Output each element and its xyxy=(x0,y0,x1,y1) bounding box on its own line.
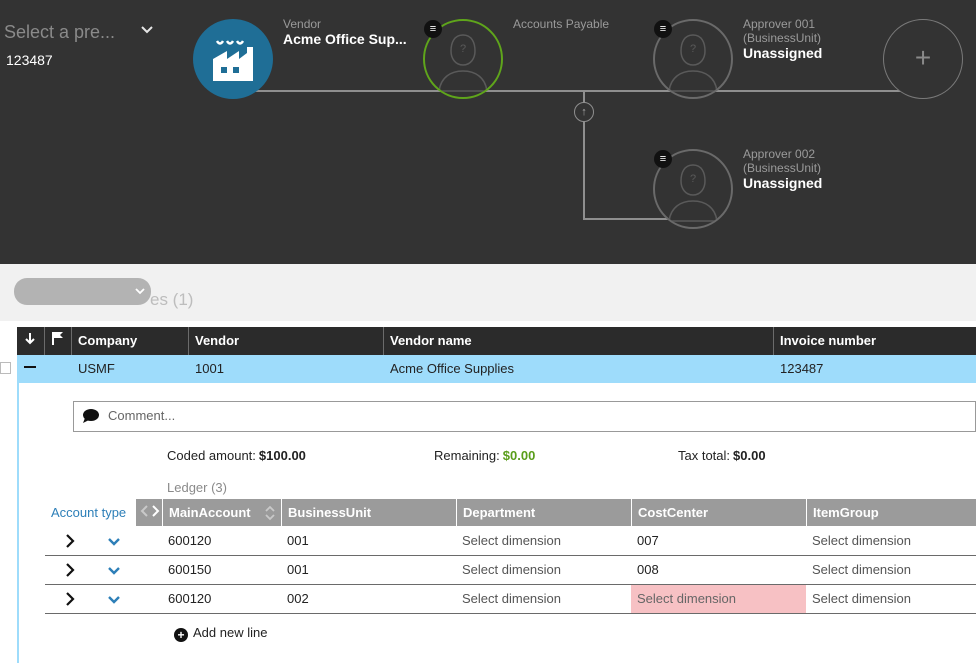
cell-main-account[interactable]: 600150 xyxy=(162,556,281,584)
connector-line xyxy=(233,90,923,92)
section-title: es (1) xyxy=(150,290,194,309)
cell-company: USMF xyxy=(78,361,115,376)
ledger-title: Ledger (3) xyxy=(167,480,227,495)
tax-total-label: Tax total: xyxy=(678,448,731,463)
approver-002-value: Unassigned xyxy=(743,175,823,191)
invoice-grid-header: Company Vendor Vendor name Invoice numbe… xyxy=(17,327,976,355)
cell-vendor-name: Acme Office Supplies xyxy=(390,361,515,376)
vendor-name: Acme Office Sup... xyxy=(283,31,407,47)
svg-text:?: ? xyxy=(460,43,466,55)
cell-cost-center[interactable]: 007 xyxy=(631,527,806,555)
approver-002-menu-icon[interactable]: ≡ xyxy=(654,150,672,168)
approver-002-sublabel: (BusinessUnit) xyxy=(743,161,822,175)
chevron-down-icon[interactable] xyxy=(107,593,121,607)
cell-cost-center[interactable]: 008 xyxy=(631,556,806,584)
download-icon[interactable] xyxy=(17,327,45,355)
preset-select-placeholder: Select a pre... xyxy=(4,22,116,42)
ledger-header: MainAccount BusinessUnit Department Cost… xyxy=(136,499,976,526)
column-header-vendor-name[interactable]: Vendor name xyxy=(384,327,774,355)
coded-amount-value: $100.00 xyxy=(258,448,306,463)
remaining-label: Remaining: xyxy=(434,448,500,463)
accounts-payable-menu-icon[interactable]: ≡ xyxy=(424,20,442,38)
cell-main-account[interactable]: 600120 xyxy=(162,527,281,555)
preset-select[interactable]: Select a pre... xyxy=(4,22,159,44)
tax-total: Tax total: $0.00 xyxy=(678,448,766,463)
cell-invoice-number: 123487 xyxy=(780,361,824,376)
table-row[interactable]: USMF 1001 Acme Office Supplies 123487 xyxy=(17,355,976,383)
approval-workflow-panel: Select a pre... 123487 Vendor Acme Offic… xyxy=(0,0,976,264)
column-header-main-account[interactable]: MainAccount xyxy=(163,499,282,526)
approver-001-menu-icon[interactable]: ≡ xyxy=(654,20,672,38)
collapse-icon[interactable] xyxy=(17,355,45,383)
ledger-row[interactable]: 600150 001 Select dimension 008 Select d… xyxy=(45,556,976,585)
tax-total-value: $0.00 xyxy=(733,448,766,463)
vendor-label: Vendor xyxy=(283,17,322,31)
preset-value: 123487 xyxy=(6,52,53,68)
svg-text:?: ? xyxy=(690,43,696,55)
sort-icon[interactable] xyxy=(265,505,275,521)
cell-business-unit[interactable]: 001 xyxy=(281,556,456,584)
svg-text:?: ? xyxy=(690,173,696,185)
add-new-line-button[interactable]: + Add new line xyxy=(174,625,267,642)
section-band: es (1) xyxy=(0,264,976,321)
column-header-item-group[interactable]: ItemGroup xyxy=(807,499,976,526)
cell-item-group[interactable]: Select dimension xyxy=(806,527,976,555)
column-header-invoice-number[interactable]: Invoice number xyxy=(774,327,976,355)
chevron-down-icon[interactable] xyxy=(107,535,121,549)
approver-001-label: Approver 001 xyxy=(743,17,816,31)
cell-item-group[interactable]: Select dimension xyxy=(806,585,976,613)
cell-cost-center-error[interactable]: Select dimension xyxy=(631,585,806,613)
coded-amount: Coded amount: $100.00 xyxy=(167,448,306,463)
detail-indicator xyxy=(17,383,19,663)
comment-input[interactable] xyxy=(108,408,908,423)
escalate-arrow-icon[interactable]: ↑ xyxy=(574,102,594,122)
scroll-columns-icon[interactable] xyxy=(136,499,163,526)
image-icon[interactable] xyxy=(0,362,11,374)
column-header-department[interactable]: Department xyxy=(457,499,632,526)
cell-department[interactable]: Select dimension xyxy=(456,556,631,584)
column-header-company[interactable]: Company xyxy=(72,327,189,355)
chevron-right-icon[interactable] xyxy=(63,563,77,577)
cell-department[interactable]: Select dimension xyxy=(456,585,631,613)
vendor-node[interactable] xyxy=(193,19,273,99)
ledger-row[interactable]: 600120 002 Select dimension Select dimen… xyxy=(45,585,976,614)
approver-001-value: Unassigned xyxy=(743,45,823,61)
main-account-label: MainAccount xyxy=(169,505,251,520)
cell-vendor: 1001 xyxy=(195,361,224,376)
approver-002-label: Approver 002 xyxy=(743,147,816,161)
remaining-value: $0.00 xyxy=(502,448,536,463)
column-header-business-unit[interactable]: BusinessUnit xyxy=(282,499,457,526)
chevron-right-icon[interactable] xyxy=(63,592,77,606)
add-circle-icon: + xyxy=(174,628,188,642)
cell-item-group[interactable]: Select dimension xyxy=(806,556,976,584)
approver-001-sublabel: (BusinessUnit) xyxy=(743,31,822,45)
chevron-down-icon[interactable] xyxy=(107,564,121,578)
accounts-payable-label: Accounts Payable xyxy=(513,17,610,31)
remaining-amount: Remaining: $0.00 xyxy=(434,448,535,463)
chevron-right-icon[interactable] xyxy=(63,534,77,548)
add-new-line-label: Add new line xyxy=(193,625,268,640)
add-approver-button[interactable]: + xyxy=(883,19,963,99)
comment-icon xyxy=(83,409,99,423)
cell-main-account[interactable]: 600120 xyxy=(162,585,281,613)
factory-icon xyxy=(213,40,253,81)
cell-business-unit[interactable]: 002 xyxy=(281,585,456,613)
column-header-cost-center[interactable]: CostCenter xyxy=(632,499,807,526)
cell-department[interactable]: Select dimension xyxy=(456,527,631,555)
comment-field[interactable] xyxy=(73,401,976,432)
coded-amount-label: Coded amount: xyxy=(167,448,256,463)
chevron-down-icon xyxy=(135,283,145,298)
account-type-link[interactable]: Account type xyxy=(51,505,126,520)
cell-business-unit[interactable]: 001 xyxy=(281,527,456,555)
section-dropdown[interactable] xyxy=(14,278,151,305)
ledger-row[interactable]: 600120 001 Select dimension 007 Select d… xyxy=(45,527,976,556)
column-header-vendor[interactable]: Vendor xyxy=(189,327,384,355)
flag-icon[interactable] xyxy=(45,327,72,355)
chevron-down-icon xyxy=(141,22,153,38)
